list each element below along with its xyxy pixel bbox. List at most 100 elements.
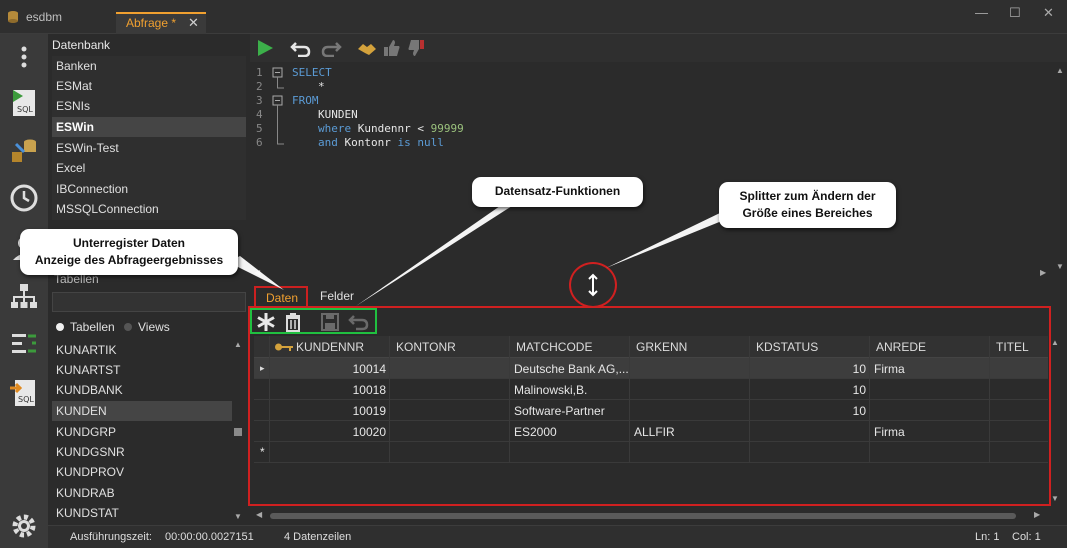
table-row[interactable]: ▸ 10014 Deutsche Bank AG,... 10 Firma [254, 358, 1048, 379]
scroll-down-arrow-icon[interactable]: ▼ [234, 512, 242, 521]
tab-felder[interactable]: Felder [320, 289, 354, 303]
run-play-icon[interactable] [256, 39, 274, 57]
grid-vertical-scrollbar[interactable]: ▲ ▼ [1050, 336, 1062, 506]
window-close-button[interactable]: ✕ [1043, 5, 1054, 21]
table-item-kunden[interactable]: KUNDEN [52, 401, 232, 421]
table-filter-input[interactable] [52, 292, 246, 312]
db-item-eswin-test[interactable]: ESWin-Test [52, 138, 246, 158]
sql-text: Kontonr [337, 136, 398, 149]
db-item-esnis[interactable]: ESNIs [52, 96, 246, 116]
transfer-db-icon[interactable] [8, 134, 40, 166]
cell-grkenn[interactable]: ALLFIR [634, 425, 675, 439]
table-row[interactable]: 10019 Software-Partner 10 [254, 400, 1048, 421]
code-line-6: and Kontonr is null [318, 136, 444, 149]
scroll-thumb[interactable] [234, 428, 242, 436]
db-item-ibconnection[interactable]: IBConnection [52, 179, 246, 199]
cell-kundennr[interactable]: 10020 [270, 425, 386, 439]
scroll-down-arrow-icon[interactable]: ▼ [1051, 494, 1059, 503]
sql-editor[interactable]: 1 2 3 4 5 6 SELECT * FROM KUNDEN where K… [250, 62, 1067, 284]
resize-vertical-icon[interactable] [587, 273, 599, 297]
scroll-up-arrow-icon[interactable]: ▲ [1051, 338, 1059, 347]
new-record-asterisk-icon[interactable] [256, 312, 276, 332]
sql-keyword: FROM [292, 94, 319, 107]
column-header-kdstatus[interactable]: KDSTATUS [756, 340, 818, 354]
table-item-kunartik[interactable]: KUNARTIK [52, 340, 232, 360]
editor-vertical-scrollbar[interactable]: ▲ ▼ [1055, 66, 1065, 272]
commit-handshake-icon[interactable] [356, 39, 378, 57]
editor-horizontal-scrollbar[interactable]: ◀ ▶ [254, 268, 1050, 280]
column-header-anrede[interactable]: ANREDE [876, 340, 926, 354]
db-item-excel[interactable]: Excel [52, 158, 246, 178]
tab-abfrage[interactable]: Abfrage * ✕ [116, 12, 206, 34]
cell-matchcode[interactable]: Deutsche Bank AG,... [514, 362, 629, 376]
revert-record-icon[interactable] [348, 313, 370, 331]
hierarchy-icon[interactable] [8, 280, 40, 312]
undo-icon[interactable] [290, 39, 312, 57]
column-header-titel[interactable]: TITEL [996, 340, 1029, 354]
db-item-eswin[interactable]: ESWin [52, 117, 246, 137]
db-item-banken[interactable]: Banken [52, 56, 246, 76]
minimize-button[interactable]: — [975, 5, 988, 20]
table-item-kundgrp[interactable]: KUNDGRP [52, 422, 232, 442]
sql-run-icon[interactable]: SQL [8, 86, 40, 118]
sql-export-icon[interactable]: SQL [8, 376, 40, 408]
table-item-kundbank[interactable]: KUNDBANK [52, 380, 232, 400]
cell-kdstatus[interactable]: 10 [754, 383, 866, 397]
db-item-esmat[interactable]: ESMat [52, 76, 246, 96]
column-header-grkenn[interactable]: GRKENN [636, 340, 687, 354]
grid-horizontal-scrollbar[interactable]: ◀ ▶ [254, 510, 1044, 522]
radio-views[interactable] [124, 323, 132, 331]
cell-kundennr[interactable]: 10014 [270, 362, 386, 376]
cell-anrede[interactable]: Firma [874, 362, 905, 376]
tab-daten-label: Daten [266, 291, 299, 305]
save-record-icon[interactable] [320, 312, 340, 332]
column-header-matchcode[interactable]: MATCHCODE [516, 340, 592, 354]
grid-header: KUNDENNR KONTONR MATCHCODE GRKENN KDSTAT… [254, 336, 1048, 358]
thumbs-up-icon[interactable] [382, 38, 402, 58]
table-item-kunartst[interactable]: KUNARTST [52, 360, 232, 380]
cell-kdstatus[interactable]: 10 [754, 362, 866, 376]
table-item-kundstat[interactable]: KUNDSTAT [52, 503, 232, 523]
thumbs-down-icon[interactable] [406, 38, 426, 58]
scroll-right-arrow-icon[interactable]: ▶ [1034, 510, 1040, 519]
scroll-up-arrow-icon[interactable]: ▲ [234, 340, 242, 349]
scroll-left-arrow-icon[interactable]: ◀ [256, 510, 262, 519]
table-item-kundrab[interactable]: KUNDRAB [52, 483, 232, 503]
scroll-right-arrow-icon[interactable]: ▶ [1040, 268, 1046, 277]
cell-kdstatus[interactable]: 10 [754, 404, 866, 418]
maximize-button[interactable]: ☐ [1009, 5, 1021, 21]
more-vertical-icon[interactable] [8, 42, 40, 74]
cursor-column: Col: 1 [1012, 531, 1041, 543]
cell-matchcode[interactable]: ES2000 [514, 425, 557, 439]
scroll-left-arrow-icon[interactable]: ◀ [254, 268, 260, 277]
table-row[interactable]: 10018 Malinowski,B. 10 [254, 379, 1048, 400]
tables-scrollbar[interactable]: ▲ ▼ [232, 340, 244, 521]
table-row[interactable]: 10020 ES2000 ALLFIR Firma [254, 421, 1048, 442]
db-item-mssqlconnection[interactable]: MSSQLConnection [52, 199, 246, 219]
redo-icon[interactable] [320, 39, 342, 57]
gear-icon[interactable] [8, 510, 40, 542]
scroll-thumb[interactable] [270, 513, 1016, 519]
scroll-down-arrow-icon[interactable]: ▼ [1056, 262, 1064, 271]
radio-tables[interactable] [56, 323, 64, 331]
code-fold-markers[interactable] [272, 66, 286, 146]
cell-matchcode[interactable]: Software-Partner [514, 404, 605, 418]
close-icon[interactable]: ✕ [188, 15, 199, 31]
cell-matchcode[interactable]: Malinowski,B. [514, 383, 587, 397]
new-record-row[interactable]: * [254, 442, 1048, 463]
line-number: 6 [256, 136, 263, 149]
tab-daten[interactable]: Daten [254, 286, 308, 308]
cell-kundennr[interactable]: 10018 [270, 383, 386, 397]
trash-icon[interactable] [284, 312, 302, 332]
cell-anrede[interactable]: Firma [874, 425, 905, 439]
column-header-kundennr[interactable]: KUNDENNR [296, 340, 364, 354]
line-number: 2 [256, 80, 263, 93]
table-item-kundprov[interactable]: KUNDPROV [52, 462, 232, 482]
history-clock-icon[interactable] [8, 182, 40, 214]
table-item-kundgsnr[interactable]: KUNDGSNR [52, 442, 232, 462]
svg-text:SQL: SQL [18, 395, 34, 404]
compare-list-icon[interactable] [8, 328, 40, 360]
cell-kundennr[interactable]: 10019 [270, 404, 386, 418]
column-header-kontonr[interactable]: KONTONR [396, 340, 456, 354]
scroll-up-arrow-icon[interactable]: ▲ [1056, 66, 1064, 75]
